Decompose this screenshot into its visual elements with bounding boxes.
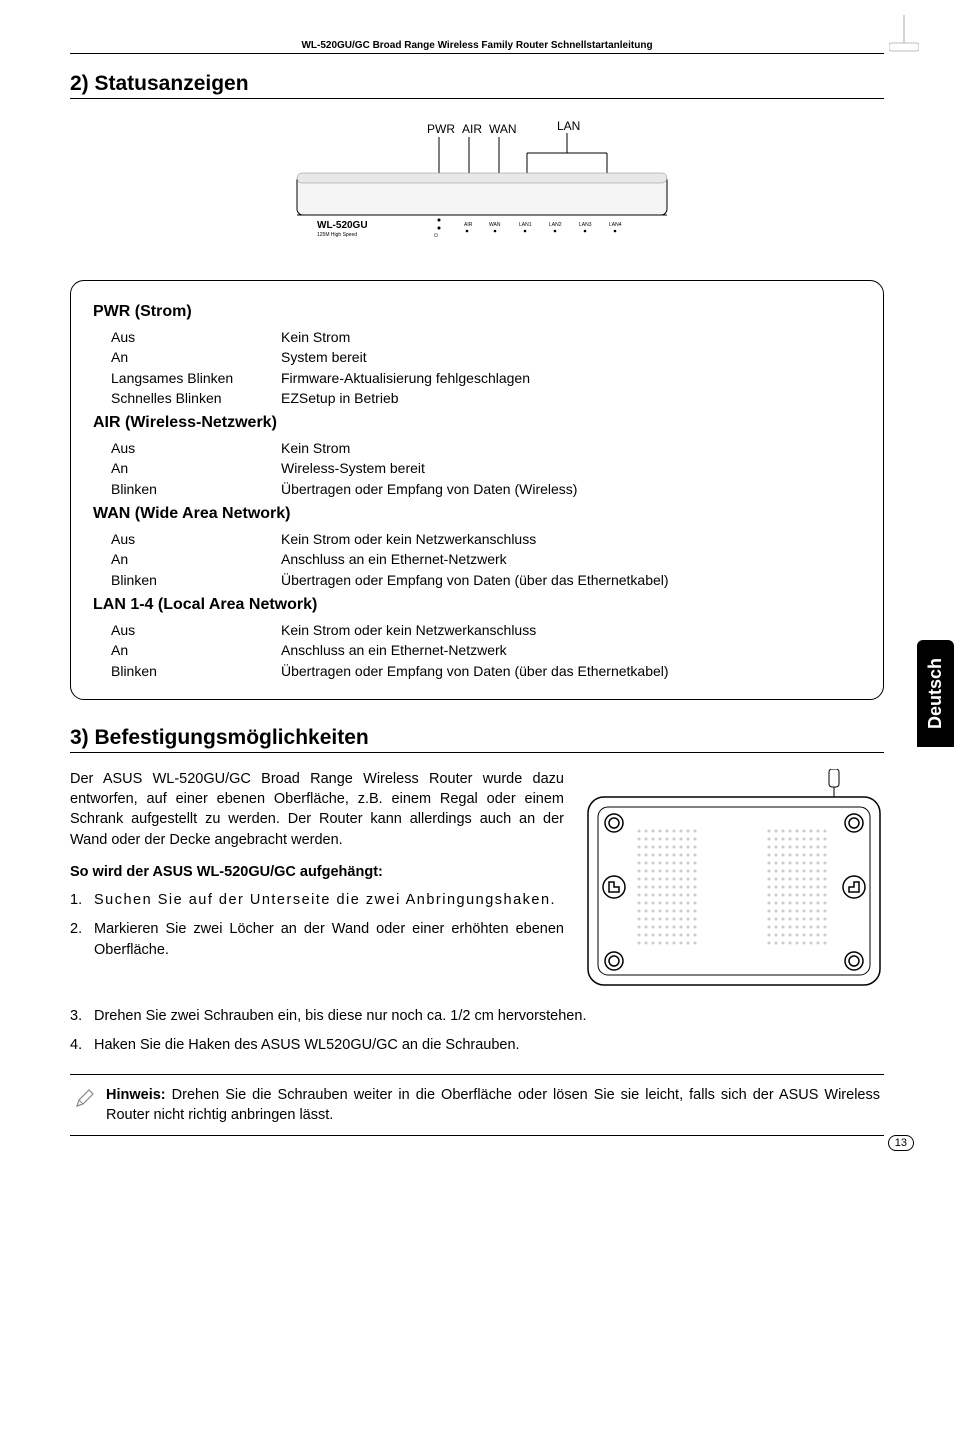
status-desc: Kein Strom	[281, 327, 861, 347]
svg-text:WL-520GU: WL-520GU	[317, 220, 368, 231]
status-group: WAN (Wide Area Network) AusKein Strom od…	[93, 505, 861, 590]
status-group: AIR (Wireless-Netzwerk) AusKein Strom An…	[93, 414, 861, 499]
list-item: 4.Haken Sie die Haken des ASUS WL520GU/G…	[70, 1035, 884, 1056]
status-desc: Kein Strom	[281, 438, 861, 458]
note-text: Hinweis: Drehen Sie die Schrauben weiter…	[106, 1085, 880, 1126]
page-header-title: WL-520GU/GC Broad Range Wireless Family …	[70, 40, 884, 54]
status-label: An	[111, 347, 281, 367]
status-desc: Übertragen oder Empfang von Daten (über …	[281, 661, 861, 681]
status-indicators-box: PWR (Strom) AusKein Strom AnSystem berei…	[70, 280, 884, 700]
list-number: 2.	[70, 919, 94, 961]
section-2-title: 2) Statusanzeigen	[70, 72, 884, 99]
status-desc: Kein Strom oder kein Netzwerkanschluss	[281, 620, 861, 640]
router-underside-diagram	[584, 769, 884, 994]
pencil-icon	[74, 1087, 96, 1115]
lan-heading: LAN 1-4 (Local Area Network)	[93, 596, 861, 614]
note-box: Hinweis: Drehen Sie die Schrauben weiter…	[70, 1074, 884, 1137]
status-label: Aus	[111, 620, 281, 640]
status-desc: Wireless-System bereit	[281, 458, 861, 478]
list-number: 1.	[70, 890, 94, 911]
status-label: Aus	[111, 529, 281, 549]
svg-text:⏻: ⏻	[434, 233, 438, 239]
status-label: Schnelles Blinken	[111, 388, 281, 408]
list-text: Markieren Sie zwei Löcher an der Wand od…	[94, 919, 564, 961]
status-label: Aus	[111, 438, 281, 458]
air-label: AIR	[462, 122, 482, 136]
router-front-diagram: PWR AIR WAN LAN WL-520GU 125M High Speed…	[70, 115, 884, 260]
section-3-title: 3) Befestigungsmöglichkeiten	[70, 726, 884, 753]
page-number: 13	[888, 1135, 914, 1151]
wan-heading: WAN (Wide Area Network)	[93, 505, 861, 523]
status-desc: Kein Strom oder kein Netzwerkanschluss	[281, 529, 861, 549]
status-label: An	[111, 640, 281, 660]
svg-text:LAN4: LAN4	[609, 222, 622, 228]
corner-decoration	[889, 15, 919, 60]
pwr-label: PWR	[427, 122, 455, 136]
status-label: An	[111, 458, 281, 478]
status-desc: Anschluss an ein Ethernet-Netzwerk	[281, 549, 861, 569]
svg-text:LAN1: LAN1	[519, 222, 532, 228]
list-text: Haken Sie die Haken des ASUS WL520GU/GC …	[94, 1035, 884, 1056]
status-group: PWR (Strom) AusKein Strom AnSystem berei…	[93, 303, 861, 408]
status-group: LAN 1-4 (Local Area Network) AusKein Str…	[93, 596, 861, 681]
status-label: Aus	[111, 327, 281, 347]
list-item: 2.Markieren Sie zwei Löcher an der Wand …	[70, 919, 564, 961]
section-3-boldline: So wird der ASUS WL-520GU/GC aufgehängt:	[70, 864, 564, 880]
svg-text:125M High Speed: 125M High Speed	[317, 232, 357, 238]
status-label: Langsames Blinken	[111, 368, 281, 388]
language-tab: Deutsch	[917, 640, 954, 747]
wan-label: WAN	[489, 122, 517, 136]
list-text: Drehen Sie zwei Schrauben ein, bis diese…	[94, 1006, 884, 1027]
svg-text:WAN: WAN	[489, 222, 501, 228]
status-label: Blinken	[111, 661, 281, 681]
status-desc: EZSetup in Betrieb	[281, 388, 861, 408]
list-item: 1.Suchen Sie auf der Unterseite die zwei…	[70, 890, 564, 911]
list-number: 3.	[70, 1006, 94, 1027]
pwr-heading: PWR (Strom)	[93, 303, 861, 321]
status-desc: System bereit	[281, 347, 861, 367]
svg-text:LAN3: LAN3	[579, 222, 592, 228]
status-label: Blinken	[111, 479, 281, 499]
list-number: 4.	[70, 1035, 94, 1056]
status-desc: Übertragen oder Empfang von Daten (über …	[281, 570, 861, 590]
list-text: Suchen Sie auf der Unterseite die zwei A…	[94, 890, 564, 911]
status-desc: Übertragen oder Empfang von Daten (Wirel…	[281, 479, 861, 499]
status-label: An	[111, 549, 281, 569]
list-item: 3.Drehen Sie zwei Schrauben ein, bis die…	[70, 1006, 884, 1027]
air-heading: AIR (Wireless-Netzwerk)	[93, 414, 861, 432]
svg-text:LAN2: LAN2	[549, 222, 562, 228]
status-desc: Anschluss an ein Ethernet-Netzwerk	[281, 640, 861, 660]
lan-label: LAN	[557, 119, 580, 133]
svg-text:AIR: AIR	[464, 222, 473, 228]
status-desc: Firmware-Aktualisierung fehlgeschlagen	[281, 368, 861, 388]
section-3-intro: Der ASUS WL-520GU/GC Broad Range Wireles…	[70, 769, 564, 850]
status-label: Blinken	[111, 570, 281, 590]
